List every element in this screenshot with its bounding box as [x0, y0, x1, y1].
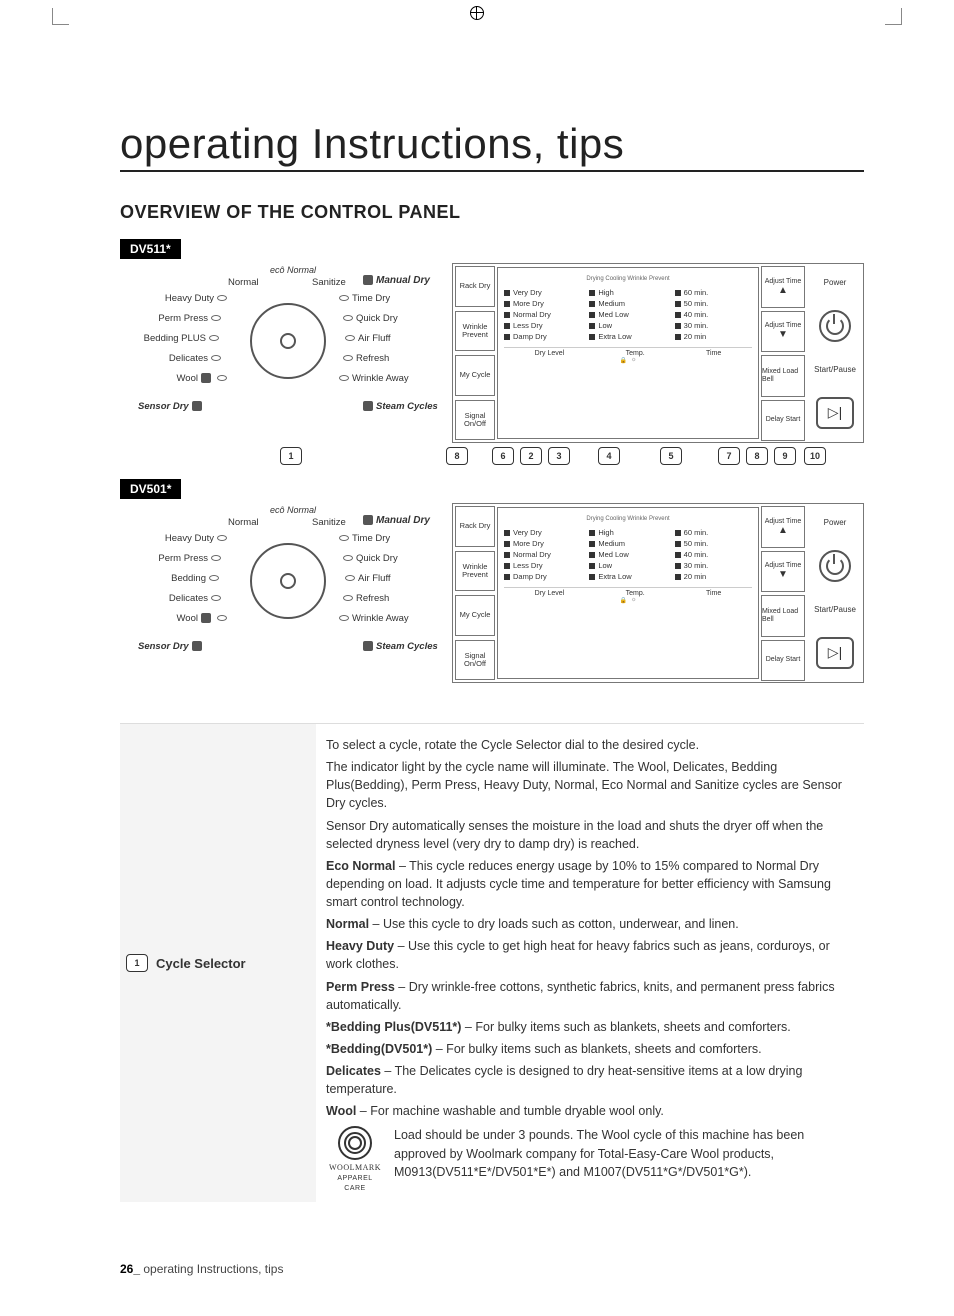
power-button[interactable] [819, 310, 851, 342]
light-icon: ☼ [631, 357, 637, 364]
light-icon: ☼ [631, 597, 637, 604]
wool-icon [201, 373, 211, 383]
section-title: OVERVIEW OF THE CONTROL PANEL [120, 202, 864, 223]
display-screen: Drying Cooling Wrinkle Prevent Very Dry … [497, 267, 759, 439]
callout-1: 1 [126, 954, 148, 972]
adjust-time-down-button[interactable]: Adjust Time▼ [761, 551, 805, 593]
delay-start-button[interactable]: Delay Start [761, 640, 805, 682]
adjust-time-down-button[interactable]: Adjust Time▼ [761, 311, 805, 353]
delay-start-button[interactable]: Delay Start [761, 400, 805, 442]
sensor-dry-icon [192, 641, 202, 651]
down-arrow-icon: ▼ [778, 570, 788, 580]
start-pause-button[interactable]: ▷| [816, 637, 854, 669]
signal-button[interactable]: Signal On/Off [455, 400, 495, 441]
mixed-load-bell-button[interactable]: Mixed Load Bell [761, 595, 805, 637]
wool-icon [201, 613, 211, 623]
crop-mark [52, 8, 69, 25]
up-arrow-icon: ▲ [778, 286, 788, 296]
adjust-time-up-button[interactable]: Adjust Time▲ [761, 506, 805, 548]
display-screen: Drying Cooling Wrinkle Prevent Very Dry … [497, 507, 759, 679]
child-lock-icon: 🔒 [620, 357, 627, 364]
steam-icon [363, 641, 373, 651]
adjust-time-up-button[interactable]: Adjust Time▲ [761, 266, 805, 308]
wool-note-text: Load should be under 3 pounds. The Wool … [394, 1126, 854, 1180]
display-panel: Rack Dry Wrinkle Prevent My Cycle Signal… [452, 263, 864, 443]
rack-dry-button[interactable]: Rack Dry [455, 266, 495, 307]
up-arrow-icon: ▲ [778, 526, 788, 536]
power-button[interactable] [819, 550, 851, 582]
panel-dv501: DV501* ecȏ Normal Normal Sanitize Manual… [120, 479, 864, 683]
rack-dry-button[interactable]: Rack Dry [455, 506, 495, 547]
model-label: DV511* [120, 239, 181, 259]
steam-icon [363, 515, 373, 525]
cycle-dial: ecȏ Normal Normal Sanitize Manual Dry He… [120, 263, 440, 443]
steam-icon [363, 275, 373, 285]
page-footer: 26_ operating Instructions, tips [120, 1262, 864, 1276]
down-arrow-icon: ▼ [778, 330, 788, 340]
signal-button[interactable]: Signal On/Off [455, 640, 495, 681]
my-cycle-button[interactable]: My Cycle [455, 355, 495, 396]
start-pause-button[interactable]: ▷| [816, 397, 854, 429]
model-label: DV501* [120, 479, 181, 499]
steam-icon [363, 401, 373, 411]
woolmark-badge: WOOLMARK APPAREL CARE [326, 1126, 384, 1194]
desc-title: Cycle Selector [156, 956, 246, 971]
panel-dv511: DV511* ecȏ Normal Normal Sanitize Manual… [120, 239, 864, 465]
wrinkle-prevent-button[interactable]: Wrinkle Prevent [455, 551, 495, 592]
cycle-dial: ecȏ Normal Normal Sanitize Manual Dry He… [120, 503, 440, 683]
crop-mark [885, 8, 902, 25]
wrinkle-prevent-button[interactable]: Wrinkle Prevent [455, 311, 495, 352]
my-cycle-button[interactable]: My Cycle [455, 595, 495, 636]
child-lock-icon: 🔒 [620, 597, 627, 604]
woolmark-icon [338, 1126, 372, 1160]
cycle-selector-description: 1 Cycle Selector To select a cycle, rota… [120, 723, 864, 1202]
mixed-load-bell-button[interactable]: Mixed Load Bell [761, 355, 805, 397]
chapter-title: operating Instructions, tips [120, 120, 864, 172]
registration-mark [470, 6, 484, 20]
sensor-dry-icon [192, 401, 202, 411]
display-panel: Rack Dry Wrinkle Prevent My Cycle Signal… [452, 503, 864, 683]
callout-row: 1 8 6 2 3 4 5 7 8 9 10 [120, 447, 864, 465]
